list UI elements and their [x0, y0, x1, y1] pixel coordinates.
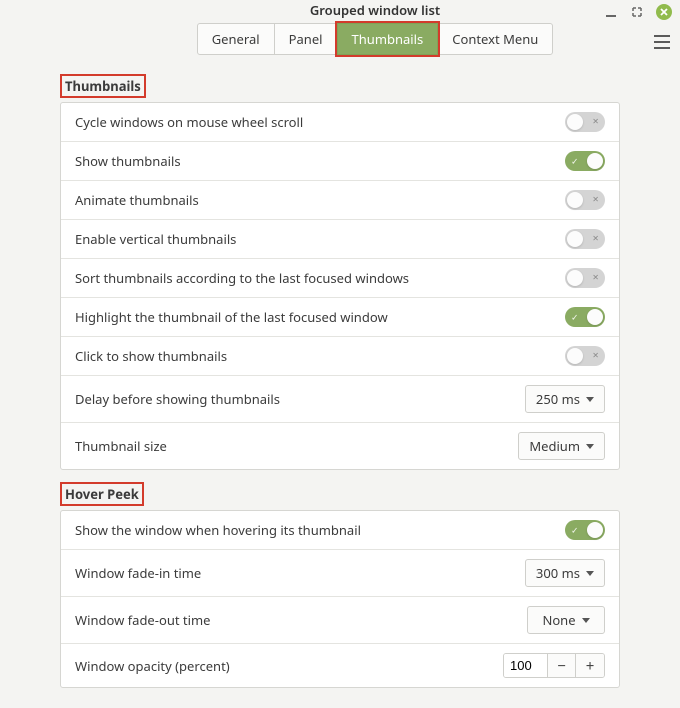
chevron-down-icon — [586, 571, 594, 576]
combo-fade-in-value: 300 ms — [536, 564, 580, 582]
toggle-cycle-windows[interactable] — [565, 112, 605, 132]
label-sort-thumbnails: Sort thumbnails according to the last fo… — [75, 269, 565, 287]
label-cycle-windows: Cycle windows on mouse wheel scroll — [75, 113, 565, 131]
toggle-click-show[interactable] — [565, 346, 605, 366]
combo-fade-out[interactable]: None — [527, 606, 605, 634]
content: Thumbnails Cycle windows on mouse wheel … — [0, 52, 680, 708]
label-highlight-thumbnail: Highlight the thumbnail of the last focu… — [75, 308, 565, 326]
toggle-show-thumbnails[interactable] — [565, 151, 605, 171]
combo-fade-out-value: None — [542, 611, 575, 629]
combo-size[interactable]: Medium — [518, 432, 605, 460]
tab-thumbnails[interactable]: Thumbnails — [337, 23, 439, 55]
combo-size-value: Medium — [529, 437, 580, 455]
row-fade-out: Window fade-out time None — [61, 597, 619, 644]
toggle-sort-thumbnails[interactable] — [565, 268, 605, 288]
minimize-icon[interactable] — [604, 5, 618, 19]
row-opacity: Window opacity (percent) − + — [61, 644, 619, 687]
row-show-thumbnails: Show thumbnails — [61, 142, 619, 181]
close-icon[interactable] — [656, 4, 672, 20]
opacity-stepper: − + — [503, 653, 605, 678]
title-stack: Grouped window list General Panel Thumbn… — [80, 0, 670, 55]
panel-hover-peek: Show the window when hovering its thumbn… — [60, 510, 620, 688]
label-fade-out: Window fade-out time — [75, 611, 527, 629]
tab-general[interactable]: General — [197, 23, 275, 55]
row-size: Thumbnail size Medium — [61, 423, 619, 469]
opacity-input[interactable] — [504, 654, 548, 677]
row-show-window: Show the window when hovering its thumbn… — [61, 511, 619, 550]
titlebar: Grouped window list General Panel Thumbn… — [0, 0, 680, 52]
label-fade-in: Window fade-in time — [75, 564, 525, 582]
row-click-show: Click to show thumbnails — [61, 337, 619, 376]
tab-panel[interactable]: Panel — [274, 23, 338, 55]
toggle-show-window[interactable] — [565, 520, 605, 540]
label-size: Thumbnail size — [75, 437, 518, 455]
row-cycle-windows: Cycle windows on mouse wheel scroll — [61, 103, 619, 142]
label-click-show: Click to show thumbnails — [75, 347, 565, 365]
toggle-highlight-thumbnail[interactable] — [565, 307, 605, 327]
tab-bar: General Panel Thumbnails Context Menu — [197, 23, 554, 55]
window-title: Grouped window list — [310, 1, 440, 19]
toggle-animate-thumbnails[interactable] — [565, 190, 605, 210]
combo-delay-value: 250 ms — [536, 390, 580, 408]
opacity-increment[interactable]: + — [576, 654, 604, 677]
label-delay: Delay before showing thumbnails — [75, 390, 525, 408]
toggle-vertical-thumbnails[interactable] — [565, 229, 605, 249]
row-delay: Delay before showing thumbnails 250 ms — [61, 376, 619, 423]
label-show-window: Show the window when hovering its thumbn… — [75, 521, 565, 539]
combo-fade-in[interactable]: 300 ms — [525, 559, 605, 587]
maximize-icon[interactable] — [630, 5, 644, 19]
chevron-down-icon — [586, 397, 594, 402]
window-controls — [604, 4, 672, 20]
label-show-thumbnails: Show thumbnails — [75, 152, 565, 170]
row-sort-thumbnails: Sort thumbnails according to the last fo… — [61, 259, 619, 298]
label-opacity: Window opacity (percent) — [75, 657, 503, 675]
opacity-decrement[interactable]: − — [548, 654, 576, 677]
row-highlight-thumbnail: Highlight the thumbnail of the last focu… — [61, 298, 619, 337]
section-header-hover-peek: Hover Peek — [62, 484, 142, 504]
chevron-down-icon — [586, 444, 594, 449]
tab-context-menu[interactable]: Context Menu — [437, 23, 553, 55]
chevron-down-icon — [582, 618, 590, 623]
row-vertical-thumbnails: Enable vertical thumbnails — [61, 220, 619, 259]
panel-thumbnails: Cycle windows on mouse wheel scroll Show… — [60, 102, 620, 470]
hamburger-icon[interactable] — [654, 35, 670, 49]
label-vertical-thumbnails: Enable vertical thumbnails — [75, 230, 565, 248]
row-fade-in: Window fade-in time 300 ms — [61, 550, 619, 597]
label-animate-thumbnails: Animate thumbnails — [75, 191, 565, 209]
combo-delay[interactable]: 250 ms — [525, 385, 605, 413]
section-header-thumbnails: Thumbnails — [62, 76, 144, 96]
row-animate-thumbnails: Animate thumbnails — [61, 181, 619, 220]
